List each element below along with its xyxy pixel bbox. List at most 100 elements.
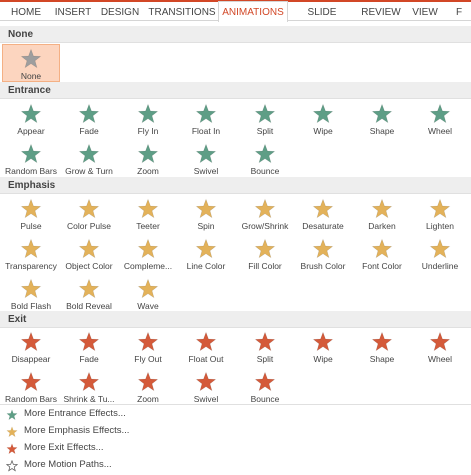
emphasis-effect-label: Line Color — [186, 261, 226, 271]
more-link-emphasis[interactable]: More Emphasis Effects... — [0, 423, 200, 440]
exit-wipe-effect[interactable]: Wipe — [294, 328, 352, 366]
emphasis-teeter-effect[interactable]: Teeter — [119, 195, 177, 233]
emphasis-bold-reveal-effect[interactable]: Bold Reveal — [60, 275, 118, 313]
exit-swivel-effect[interactable]: Swivel — [177, 368, 235, 406]
fade-star-icon — [78, 331, 100, 352]
emphasis-effect-label: Lighten — [426, 221, 454, 231]
wipe-star-icon — [312, 103, 334, 124]
exit-effect-label: Float Out — [188, 354, 224, 364]
emphasis-fill-color-effect[interactable]: Fill Color — [236, 235, 294, 273]
emphasis-effect-label: Fill Color — [248, 261, 282, 271]
emphasis-darken-effect[interactable]: Darken — [353, 195, 411, 233]
tab-home[interactable]: HOME — [6, 3, 46, 22]
emphasis-underline-effect[interactable]: Underline — [411, 235, 469, 273]
emphasis-effect-label: Grow/Shrink — [241, 221, 289, 231]
object-color-star-icon — [78, 238, 100, 259]
entrance-float-in-effect[interactable]: Float In — [177, 100, 235, 138]
bold-reveal-star-icon — [78, 278, 100, 299]
tab-view[interactable]: VIEW — [408, 3, 442, 22]
emphasis-font-color-effect[interactable]: Font Color — [353, 235, 411, 273]
entrance-split-effect[interactable]: Split — [236, 100, 294, 138]
tab-insert[interactable]: INSERT — [52, 3, 94, 22]
entrance-effect-label: Random Bars — [5, 166, 57, 176]
exit-shape-effect[interactable]: Shape — [353, 328, 411, 366]
emphasis-effect-label: Compleme... — [123, 261, 173, 271]
tab-slide-show[interactable]: SLIDE SHOW — [292, 3, 352, 37]
zoom-star-icon — [137, 371, 159, 392]
entrance-wipe-effect[interactable]: Wipe — [294, 100, 352, 138]
exit-disappear-effect[interactable]: Disappear — [2, 328, 60, 366]
emphasis-pulse-effect[interactable]: Pulse — [2, 195, 60, 233]
tab-transitions[interactable]: TRANSITIONS — [148, 3, 216, 22]
emphasis-object-color-effect[interactable]: Object Color — [60, 235, 118, 273]
entrance-effect-label: Shape — [369, 126, 395, 136]
exit-float-out-effect[interactable]: Float Out — [177, 328, 235, 366]
grow-turn-star-icon — [78, 143, 100, 164]
font-color-star-icon — [371, 238, 393, 259]
more-link-exit[interactable]: More Exit Effects... — [0, 440, 200, 457]
more-link-label: More Entrance Effects... — [24, 408, 126, 419]
entrance-swivel-effect[interactable]: Swivel — [177, 140, 235, 178]
entrance-appear-effect[interactable]: Appear — [2, 100, 60, 138]
emphasis-line-color-effect[interactable]: Line Color — [177, 235, 235, 273]
emphasis-compleme-effect[interactable]: Compleme... — [119, 235, 177, 273]
split-star-icon — [254, 103, 276, 124]
shrink-tu-star-icon — [78, 371, 100, 392]
teeter-star-icon — [137, 198, 159, 219]
emphasis-spin-effect[interactable]: Spin — [177, 195, 235, 233]
exit-wheel-effect[interactable]: Wheel — [411, 328, 469, 366]
emphasis-effect-label: Brush Color — [300, 261, 346, 271]
desaturate-star-icon — [312, 198, 334, 219]
line-color-star-icon — [195, 238, 217, 259]
fill-color-star-icon — [254, 238, 276, 259]
entrance-grow-turn-effect[interactable]: Grow & Turn — [60, 140, 118, 178]
tab-overflow[interactable]: F — [452, 3, 466, 22]
exit-zoom-effect[interactable]: Zoom — [119, 368, 177, 406]
emphasis-wave-effect[interactable]: Wave — [119, 275, 177, 313]
spin-star-icon — [195, 198, 217, 219]
entrance-shape-effect[interactable]: Shape — [353, 100, 411, 138]
emphasis-effect-label: Object Color — [65, 261, 113, 271]
emphasis-bold-flash-effect[interactable]: Bold Flash — [2, 275, 60, 313]
emphasis-star-icon — [6, 426, 18, 438]
emphasis-color-pulse-effect[interactable]: Color Pulse — [60, 195, 118, 233]
entrance-effect-label: Wipe — [313, 126, 333, 136]
tab-review[interactable]: REVIEW — [360, 3, 402, 22]
section-emphasis-header: Emphasis — [0, 177, 471, 194]
entrance-wheel-effect[interactable]: Wheel — [411, 100, 469, 138]
exit-random-bars-effect[interactable]: Random Bars — [2, 368, 60, 406]
exit-effect-label: Disappear — [11, 354, 51, 364]
emphasis-effect-label: Bold Reveal — [66, 301, 112, 311]
entrance-effect-label: Swivel — [193, 166, 219, 176]
tab-design[interactable]: DESIGN — [99, 3, 141, 22]
float-in-star-icon — [195, 103, 217, 124]
more-link-label: More Motion Paths... — [24, 459, 112, 470]
entrance-fly-in-effect[interactable]: Fly In — [119, 100, 177, 138]
exit-bounce-effect[interactable]: Bounce — [236, 368, 294, 406]
emphasis-desaturate-effect[interactable]: Desaturate — [294, 195, 352, 233]
entrance-star-icon — [6, 409, 18, 421]
tab-animations[interactable]: ANIMATIONS — [218, 1, 288, 23]
entrance-fade-effect[interactable]: Fade — [60, 100, 118, 138]
exit-effect-label: Wipe — [313, 354, 333, 364]
emphasis-lighten-effect[interactable]: Lighten — [411, 195, 469, 233]
emphasis-brush-color-effect[interactable]: Brush Color — [294, 235, 352, 273]
entrance-random-bars-effect[interactable]: Random Bars — [2, 140, 60, 178]
fly-in-star-icon — [137, 103, 159, 124]
exit-shrink-tu-effect[interactable]: Shrink & Tu... — [60, 368, 118, 406]
emphasis-transparency-effect[interactable]: Transparency — [2, 235, 60, 273]
bounce-star-icon — [254, 371, 276, 392]
wheel-star-icon — [429, 103, 451, 124]
entrance-zoom-effect[interactable]: Zoom — [119, 140, 177, 178]
emphasis-effect-label: Spin — [197, 221, 215, 231]
exit-fly-out-effect[interactable]: Fly Out — [119, 328, 177, 366]
exit-split-effect[interactable]: Split — [236, 328, 294, 366]
entrance-bounce-effect[interactable]: Bounce — [236, 140, 294, 178]
none-none-effect[interactable]: None — [2, 44, 60, 82]
exit-fade-effect[interactable]: Fade — [60, 328, 118, 366]
motion-path-star-icon — [6, 460, 18, 472]
more-link-entrance[interactable]: More Entrance Effects... — [0, 406, 200, 423]
emphasis-grow-shrink-effect[interactable]: Grow/Shrink — [236, 195, 294, 233]
more-link-motion[interactable]: More Motion Paths... — [0, 457, 200, 474]
emphasis-effect-label: Color Pulse — [67, 221, 111, 231]
